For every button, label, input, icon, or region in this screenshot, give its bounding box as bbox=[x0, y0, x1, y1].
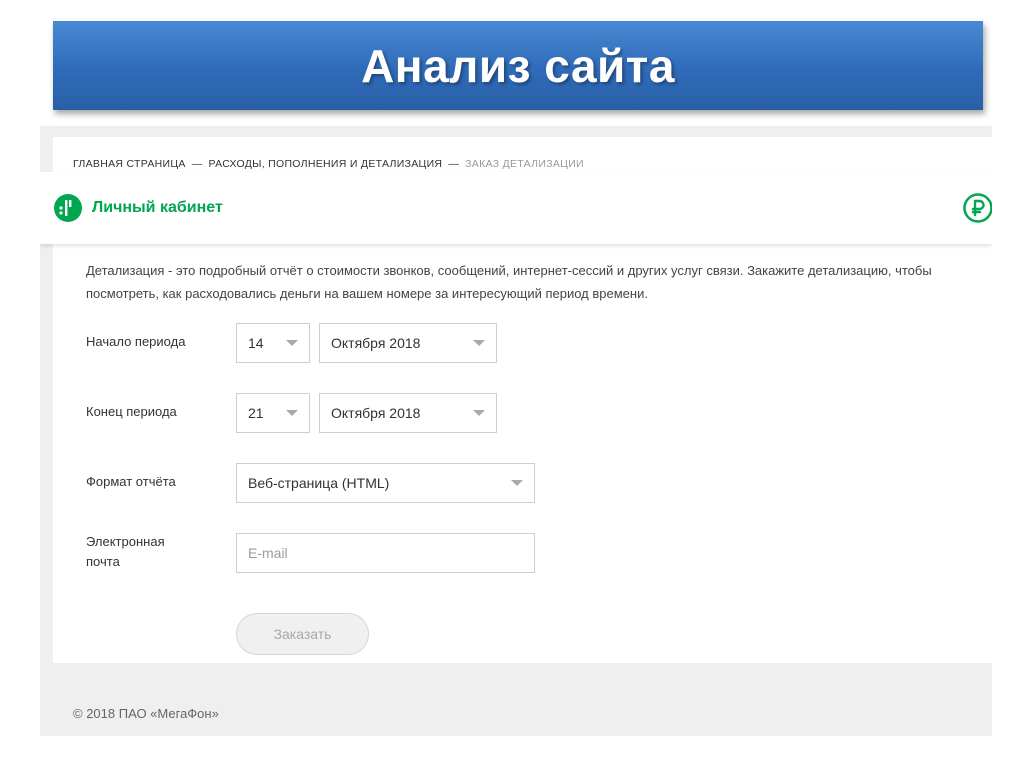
report-format-value: Веб-страница (HTML) bbox=[248, 475, 390, 491]
start-period-label: Начало периода bbox=[86, 334, 186, 349]
end-day-value: 21 bbox=[248, 405, 264, 421]
website-screenshot: Главная страница — Расходы, пополнения и д… bbox=[40, 126, 992, 736]
start-day-select[interactable]: 14 bbox=[236, 323, 310, 363]
breadcrumb-current: Заказ детализации bbox=[465, 158, 584, 170]
chevron-down-icon bbox=[286, 410, 298, 416]
breadcrumb-home-link[interactable]: Главная страница bbox=[73, 158, 186, 170]
order-button[interactable]: Заказать bbox=[236, 613, 369, 655]
email-field[interactable] bbox=[236, 533, 535, 573]
report-format-label: Формат отчёта bbox=[86, 474, 176, 489]
breadcrumb-separator: — bbox=[191, 158, 203, 170]
chevron-down-icon bbox=[286, 340, 298, 346]
email-label: Электронная почта bbox=[86, 534, 165, 569]
slide-title-banner: Анализ сайта bbox=[53, 21, 983, 110]
start-month-select[interactable]: Октября 2018 bbox=[319, 323, 497, 363]
chevron-down-icon bbox=[511, 480, 523, 486]
account-header: Личный кабинет bbox=[40, 172, 992, 244]
chevron-down-icon bbox=[473, 410, 485, 416]
slide: Анализ сайта Главная страница — Расходы, п… bbox=[0, 0, 1024, 767]
end-month-select[interactable]: Октября 2018 bbox=[319, 393, 497, 433]
breadcrumb-expenses-link[interactable]: Расходы, пополнения и детализация bbox=[209, 158, 443, 170]
footer-copyright: © 2018 ПАО «МегаФон» bbox=[73, 706, 219, 721]
breadcrumb-separator: — bbox=[448, 158, 460, 170]
megafon-logo-icon[interactable] bbox=[53, 193, 83, 223]
end-period-label: Конец периода bbox=[86, 404, 177, 419]
report-format-select[interactable]: Веб-страница (HTML) bbox=[236, 463, 535, 503]
slide-title: Анализ сайта bbox=[361, 39, 675, 92]
chevron-down-icon bbox=[473, 340, 485, 346]
end-day-select[interactable]: 21 bbox=[236, 393, 310, 433]
start-month-value: Октября 2018 bbox=[331, 335, 421, 351]
ruble-icon[interactable] bbox=[962, 192, 992, 224]
account-title[interactable]: Личный кабинет bbox=[92, 199, 223, 217]
page-description: Детализация - это подробный отчёт о стои… bbox=[86, 263, 932, 301]
breadcrumb: Главная страница — Расходы, пополнения и д… bbox=[73, 158, 584, 170]
end-month-value: Октября 2018 bbox=[331, 405, 421, 421]
start-day-value: 14 bbox=[248, 335, 264, 351]
